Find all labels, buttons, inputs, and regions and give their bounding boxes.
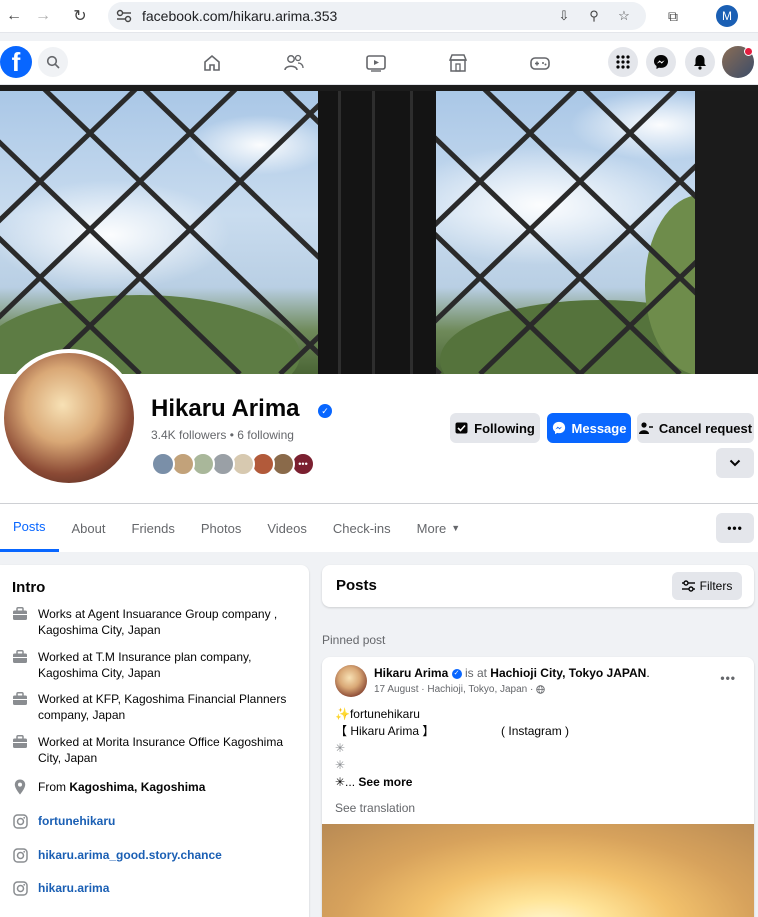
messenger-button[interactable] bbox=[646, 47, 676, 77]
grid-icon bbox=[616, 55, 630, 69]
post-text: ✨fortunehikaru 【 Hikaru Arima 】 ( Instag… bbox=[335, 707, 570, 789]
verified-badge-icon[interactable]: ✓ bbox=[318, 404, 332, 418]
posts-title: Posts bbox=[336, 577, 377, 594]
see-translation-link[interactable]: See translation bbox=[335, 801, 415, 815]
post-author-avatar[interactable] bbox=[335, 665, 367, 697]
intro-work-item: Worked at Morita Insurance Office Kagosh… bbox=[12, 734, 302, 766]
post-location-link[interactable]: Hachioji City, Tokyo JAPAN bbox=[490, 666, 646, 680]
tab-posts[interactable]: Posts bbox=[0, 504, 59, 552]
post-photo[interactable] bbox=[322, 824, 754, 917]
bell-icon bbox=[694, 55, 706, 70]
search-button[interactable] bbox=[38, 47, 68, 77]
expand-button[interactable] bbox=[716, 448, 754, 478]
see-more-link[interactable]: See more bbox=[358, 775, 412, 789]
following-button[interactable]: Following bbox=[450, 413, 540, 443]
location-pin-icon bbox=[12, 779, 28, 795]
profile-tabs: Posts About Friends Photos Videos Check-… bbox=[0, 504, 473, 552]
intro-work-item: Worked at KFP, Kagoshima Financial Plann… bbox=[12, 691, 302, 723]
filters-icon bbox=[681, 580, 695, 592]
tab-check-ins[interactable]: Check-ins bbox=[320, 504, 404, 552]
post-header: Hikaru Arima ✓ is at Hachioji City, Toky… bbox=[374, 666, 650, 680]
back-button[interactable]: ← bbox=[0, 2, 28, 30]
browser-toolbar: ← → ↻ facebook.com/hikaru.arima.353 ⇩ ⚲ … bbox=[0, 0, 758, 33]
pinned-post-label: Pinned post bbox=[322, 633, 386, 647]
profile-picture[interactable] bbox=[0, 349, 138, 487]
message-button[interactable]: Message bbox=[547, 413, 631, 443]
friends-icon[interactable] bbox=[282, 51, 306, 75]
briefcase-icon bbox=[12, 606, 28, 622]
filters-button[interactable]: Filters bbox=[672, 572, 742, 600]
zoom-icon[interactable]: ⚲ bbox=[584, 6, 604, 26]
instagram-icon bbox=[12, 847, 28, 863]
profile-options-button[interactable]: ••• bbox=[716, 513, 754, 543]
tab-videos[interactable]: Videos bbox=[254, 504, 320, 552]
intro-card: Intro Works at Agent Insuarance Group co… bbox=[0, 565, 309, 917]
tab-friends[interactable]: Friends bbox=[119, 504, 188, 552]
pinned-post: Hikaru Arima ✓ is at Hachioji City, Toky… bbox=[322, 657, 754, 917]
gaming-icon[interactable] bbox=[528, 51, 552, 75]
more-dots-icon: ••• bbox=[727, 521, 743, 535]
briefcase-icon bbox=[12, 649, 28, 665]
caret-down-icon: ▼ bbox=[451, 523, 461, 533]
friend-avatar[interactable] bbox=[151, 452, 175, 476]
cancel-request-label: Cancel request bbox=[658, 420, 753, 436]
intro-title: Intro bbox=[12, 579, 46, 596]
post-meta: 17 August · Hachioji, Tokyo, Japan · bbox=[374, 684, 545, 695]
messenger-icon bbox=[552, 421, 565, 435]
url-text[interactable]: facebook.com/hikaru.arima.353 bbox=[142, 8, 337, 24]
instagram-icon bbox=[12, 880, 28, 896]
facebook-logo-icon[interactable]: f bbox=[0, 46, 32, 78]
message-label: Message bbox=[571, 420, 627, 436]
instagram-link[interactable]: fortunehikaru bbox=[38, 813, 115, 829]
menu-grid-button[interactable] bbox=[608, 47, 638, 77]
marketplace-icon[interactable] bbox=[446, 51, 470, 75]
site-settings-icon[interactable] bbox=[116, 9, 132, 23]
following-label: Following bbox=[474, 420, 535, 436]
tab-more[interactable]: More ▼ bbox=[404, 504, 474, 552]
facebook-top-bar: f bbox=[0, 41, 758, 85]
home-icon[interactable] bbox=[200, 51, 224, 75]
video-icon[interactable] bbox=[364, 51, 388, 75]
follower-stats[interactable]: 3.4K followers • 6 following bbox=[151, 428, 294, 442]
intro-instagram-item: hikaru.arima_good.story.chance bbox=[12, 847, 302, 863]
post-author-name[interactable]: Hikaru Arima bbox=[374, 666, 448, 680]
messenger-icon bbox=[654, 55, 668, 69]
posts-header-card: Posts Filters bbox=[322, 565, 754, 607]
mutual-friends-row[interactable]: ••• bbox=[151, 452, 315, 476]
instagram-link[interactable]: hikaru.arima bbox=[38, 880, 109, 896]
notifications-button[interactable] bbox=[685, 47, 715, 77]
extensions-icon[interactable]: ⧉ bbox=[662, 5, 684, 27]
browser-profile-avatar[interactable]: M bbox=[716, 5, 738, 27]
person-icon bbox=[638, 422, 653, 434]
install-app-icon[interactable]: ⇩ bbox=[554, 6, 574, 26]
reload-button[interactable]: ↻ bbox=[66, 2, 94, 30]
chevron-down-icon bbox=[729, 459, 741, 467]
globe-icon bbox=[536, 685, 545, 694]
following-check-icon bbox=[455, 422, 468, 434]
intro-work-item: Works at Agent Insuarance Group company … bbox=[12, 606, 302, 638]
verified-badge-icon: ✓ bbox=[451, 668, 462, 679]
notification-badge bbox=[744, 47, 753, 56]
tab-about[interactable]: About bbox=[59, 504, 119, 552]
briefcase-icon bbox=[12, 734, 28, 750]
intro-from-item: From Kagoshima, Kagoshima bbox=[12, 779, 302, 795]
search-icon bbox=[46, 55, 60, 69]
hometown-link[interactable]: Kagoshima, Kagoshima bbox=[69, 780, 205, 794]
bookmark-star-icon[interactable]: ☆ bbox=[614, 6, 634, 26]
filters-label: Filters bbox=[699, 579, 733, 593]
tab-photos[interactable]: Photos bbox=[188, 504, 254, 552]
cover-photo[interactable] bbox=[0, 85, 758, 374]
intro-instagram-item: fortunehikaru bbox=[12, 813, 302, 829]
forward-button[interactable]: → bbox=[29, 2, 57, 30]
post-options-button[interactable]: ••• bbox=[720, 671, 736, 685]
instagram-icon bbox=[12, 813, 28, 829]
address-bar[interactable]: facebook.com/hikaru.arima.353 ⇩ ⚲ ☆ bbox=[108, 2, 646, 30]
profile-name: Hikaru Arima bbox=[151, 395, 300, 422]
cancel-request-button[interactable]: Cancel request bbox=[637, 413, 754, 443]
intro-instagram-item: hikaru.arima bbox=[12, 880, 302, 896]
instagram-link[interactable]: hikaru.arima_good.story.chance bbox=[38, 847, 222, 863]
cover-image bbox=[0, 85, 758, 374]
intro-work-item: Worked at T.M Insurance plan company, Ka… bbox=[12, 649, 302, 681]
briefcase-icon bbox=[12, 691, 28, 707]
